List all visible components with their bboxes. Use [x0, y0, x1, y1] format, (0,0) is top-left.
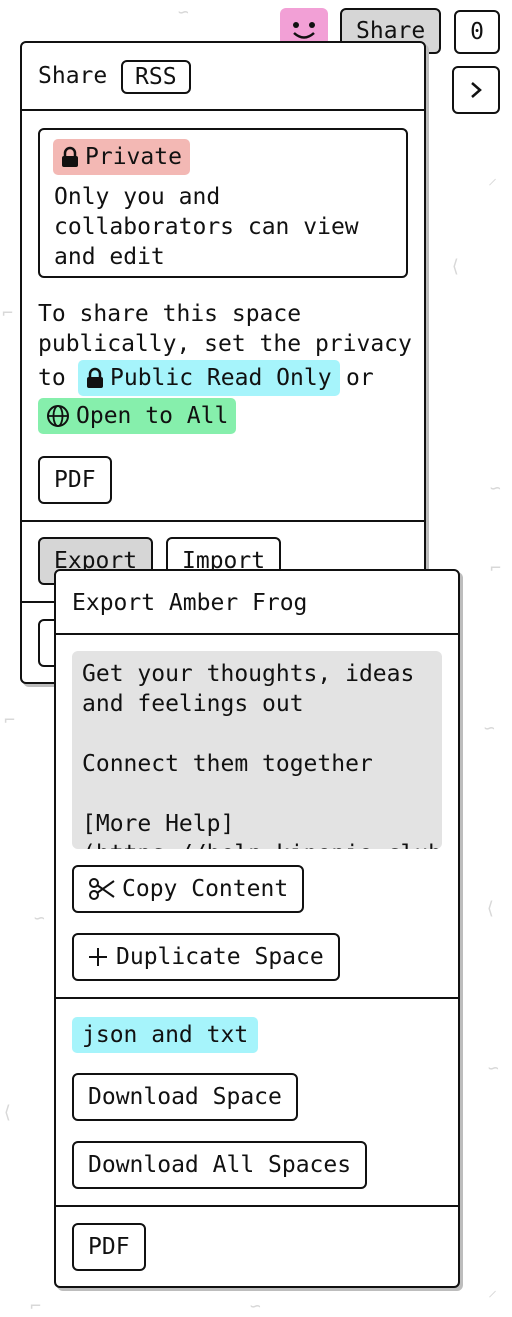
divider — [56, 997, 458, 999]
squiggle-decoration: ∽ — [488, 1058, 499, 1079]
squiggle-decoration: ⸝ — [488, 1280, 497, 1301]
export-pdf-button[interactable]: PDF — [72, 1223, 146, 1271]
export-panel: Export Amber Frog Get your thoughts, ide… — [54, 569, 460, 1288]
privacy-box: Private Only you and collaborators can v… — [38, 128, 408, 278]
divider — [22, 109, 424, 111]
lock-icon — [87, 367, 103, 388]
public-instructions-line1: To share this space — [38, 301, 302, 327]
share-button-label: Share — [356, 17, 426, 44]
squiggle-decoration: ∽ — [484, 718, 495, 739]
squiggle-decoration: ⟨ — [2, 1102, 13, 1123]
duplicate-space-button[interactable]: Duplicate Space — [72, 933, 340, 981]
privacy-description: Only you and collaborators can view and … — [54, 184, 359, 270]
globe-icon — [47, 405, 69, 427]
chevron-right-icon — [471, 82, 482, 98]
private-badge[interactable]: Private — [53, 139, 190, 175]
share-panel-title: Share — [38, 63, 108, 89]
rss-label: RSS — [135, 63, 177, 90]
copy-content-button[interactable]: Copy Content — [72, 865, 305, 913]
private-badge-label: Private — [85, 144, 182, 170]
squiggle-decoration: ⌐ — [490, 558, 501, 579]
next-button[interactable] — [452, 66, 500, 114]
squiggle-decoration: ⸝ — [488, 168, 497, 189]
download-space-button[interactable]: Download Space — [72, 1073, 298, 1121]
rss-button[interactable]: RSS — [121, 60, 191, 94]
export-content-textarea[interactable]: Get your thoughts, ideas and feelings ou… — [72, 651, 442, 849]
squiggle-decoration: ⌐ — [30, 1296, 41, 1317]
public-instructions-to: to — [38, 365, 66, 391]
json-txt-badge: json and txt — [72, 1017, 259, 1053]
download-space-label: Download Space — [88, 1083, 282, 1110]
squiggle-decoration: ∽ — [250, 1296, 261, 1317]
download-all-spaces-label: Download All Spaces — [88, 1151, 352, 1178]
public-read-only-label: Public Read Only — [110, 365, 332, 391]
export-panel-title: Export Amber Frog — [72, 590, 308, 616]
user-count-label: 0 — [470, 18, 484, 45]
divider — [56, 1205, 458, 1207]
lock-icon — [62, 146, 78, 167]
divider — [22, 520, 424, 522]
plus-icon — [89, 948, 107, 966]
duplicate-space-label: Duplicate Space — [116, 943, 324, 970]
divider — [56, 633, 458, 635]
squiggle-decoration: ⌐ — [2, 303, 13, 324]
user-count-button[interactable]: 0 — [454, 10, 500, 54]
public-read-only-badge[interactable]: Public Read Only — [78, 360, 340, 396]
open-to-all-label: Open to All — [76, 403, 229, 429]
squiggle-decoration: ∽ — [490, 478, 501, 499]
squiggle-decoration: ⟨ — [485, 898, 496, 919]
public-instructions-line2: publically, set the privacy — [38, 331, 412, 357]
squiggle-decoration: ⟨ — [450, 256, 461, 277]
pdf-button[interactable]: PDF — [38, 456, 112, 504]
squiggle-decoration: ∽ — [34, 908, 45, 929]
json-txt-label: json and txt — [82, 1022, 249, 1048]
open-to-all-badge[interactable]: Open to All — [38, 398, 237, 434]
squiggle-decoration: ⌐ — [4, 710, 15, 731]
download-all-spaces-button[interactable]: Download All Spaces — [72, 1141, 368, 1189]
public-instructions-or: or — [346, 365, 374, 391]
copy-content-label: Copy Content — [122, 875, 289, 902]
squiggle-decoration: ∽ — [178, 2, 189, 23]
pdf-button-label: PDF — [54, 466, 96, 493]
scissors-icon — [89, 878, 115, 900]
export-pdf-label: PDF — [88, 1233, 130, 1260]
